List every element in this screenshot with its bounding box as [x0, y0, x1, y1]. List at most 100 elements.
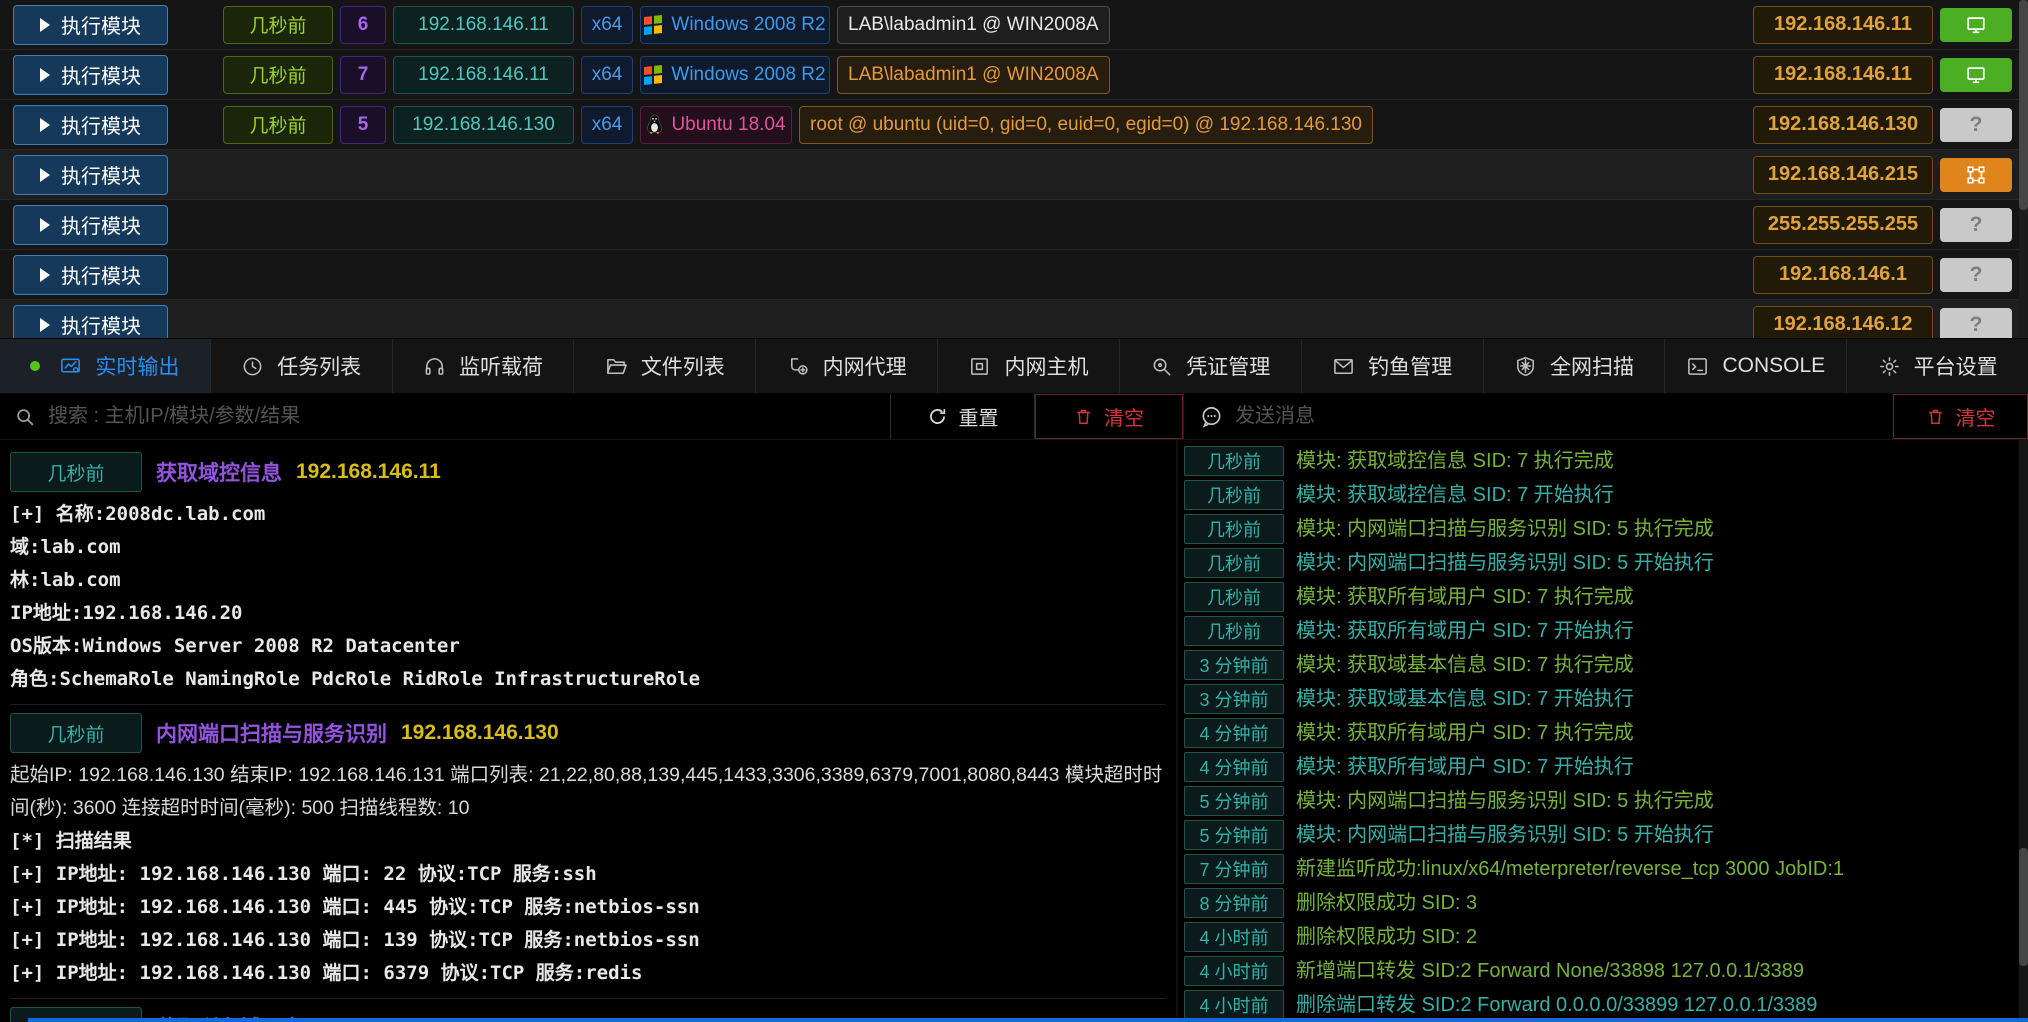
- tab[interactable]: 内网代理: [756, 339, 938, 393]
- session-ip-badge: 192.168.146.130: [393, 106, 574, 144]
- scrollbar-thumb[interactable]: [2019, 0, 2028, 210]
- session-os-label: Windows 2008 R2: [671, 64, 825, 86]
- message-text: 模块: 获取域基本信息 SID: 7 开始执行: [1296, 684, 1634, 714]
- tab[interactable]: 平台设置: [1847, 339, 2028, 393]
- log-line: [+] IP地址: 192.168.146.130 端口: 139 协议:TCP…: [10, 924, 1166, 957]
- log-section: 几秒前 获取域控信息 192.168.146.11 [+] 名称:2008dc.…: [10, 452, 1166, 705]
- message-text: 模块: 获取域控信息 SID: 7 开始执行: [1296, 480, 1614, 510]
- clear-messages-button[interactable]: 清空: [1893, 394, 2028, 439]
- log-time-badge: 几秒前: [10, 713, 142, 753]
- log-line: [+] IP地址: 192.168.146.130 端口: 22 协议:TCP …: [10, 858, 1166, 891]
- send-message-box: [1183, 394, 1893, 439]
- tab-label: 监听载荷: [459, 351, 543, 381]
- execute-module-label: 执行模块: [61, 60, 141, 89]
- execute-module-button[interactable]: 执行模块: [13, 255, 168, 295]
- horizontal-scrollbar[interactable]: [28, 1018, 2028, 1022]
- phishing-icon: [1332, 355, 1355, 378]
- play-icon: [40, 318, 50, 332]
- tab-label: 内网主机: [1004, 351, 1088, 381]
- tab[interactable]: 监听载荷: [393, 339, 575, 393]
- clear-output-button[interactable]: 清空: [1035, 394, 1183, 439]
- play-icon: [40, 68, 50, 82]
- session-unknown-button[interactable]: ?: [1940, 258, 2012, 292]
- execute-module-button[interactable]: 执行模块: [13, 55, 168, 95]
- execute-module-button[interactable]: 执行模块: [13, 105, 168, 145]
- content-area: 几秒前 获取域控信息 192.168.146.11 [+] 名称:2008dc.…: [0, 440, 2028, 1022]
- search-input[interactable]: [46, 404, 890, 429]
- message-time-badge: 4 小时前: [1184, 922, 1284, 952]
- log-time-badge: 几秒前: [10, 452, 142, 492]
- message-text: 模块: 获取所有域用户 SID: 7 开始执行: [1296, 752, 1634, 782]
- reset-label: 重置: [959, 402, 999, 431]
- listener-payload-icon: [423, 355, 446, 378]
- host-ip-badge: 192.168.146.130: [1753, 106, 1933, 144]
- execute-module-button[interactable]: 执行模块: [13, 205, 168, 245]
- message-row: 7 分钟前 新建监听成功:linux/x64/meterpreter/rever…: [1184, 854, 2018, 884]
- send-message-input[interactable]: [1233, 404, 1893, 429]
- tab[interactable]: 钓鱼管理: [1302, 339, 1484, 393]
- tab[interactable]: 任务列表: [211, 339, 393, 393]
- active-status-dot: [30, 361, 40, 371]
- play-icon: [40, 218, 50, 232]
- session-online-button[interactable]: [1940, 8, 2012, 42]
- tab-label: 钓鱼管理: [1368, 351, 1452, 381]
- session-arch-badge: x64: [581, 106, 633, 144]
- tab[interactable]: 凭证管理: [1120, 339, 1302, 393]
- scrollbar-thumb[interactable]: [2019, 848, 2028, 966]
- play-icon: [40, 118, 50, 132]
- message-text: 模块: 获取域基本信息 SID: 7 执行完成: [1296, 650, 1634, 680]
- log-line: [*] 扫描结果: [10, 825, 1166, 858]
- host-ip-badge: 255.255.255.255: [1753, 206, 1933, 244]
- host-ip-badge: 192.168.146.215: [1753, 156, 1933, 194]
- windows-logo-icon: [644, 15, 662, 35]
- session-online-button[interactable]: [1940, 58, 2012, 92]
- execute-module-label: 执行模块: [61, 110, 141, 139]
- play-icon: [40, 168, 50, 182]
- log-section-header: 几秒前 获取域控信息 192.168.146.11: [10, 452, 1166, 492]
- message-row: 4 小时前 删除端口转发 SID:2 Forward 0.0.0.0/33899…: [1184, 990, 2018, 1020]
- session-os-label: Windows 2008 R2: [671, 14, 825, 36]
- tab-label: CONSOLE: [1722, 354, 1825, 378]
- frame-icon: [1964, 164, 1988, 186]
- execute-module-button[interactable]: 执行模块: [13, 155, 168, 195]
- log-lines: [+] 名称:2008dc.lab.com域:lab.com林:lab.comI…: [10, 498, 1166, 696]
- message-time-badge: 4 分钟前: [1184, 718, 1284, 748]
- message-text: 模块: 内网端口扫描与服务识别 SID: 5 执行完成: [1296, 514, 1714, 544]
- log-section: 几秒前 内网端口扫描与服务识别 192.168.146.130 起始IP: 19…: [10, 713, 1166, 999]
- reset-button[interactable]: 重置: [890, 394, 1035, 439]
- message-row: 5 分钟前 模块: 内网端口扫描与服务识别 SID: 5 开始执行: [1184, 820, 2018, 850]
- messages-panel: 几秒前 模块: 获取域控信息 SID: 7 执行完成 几秒前 模块: 获取域控信…: [1178, 440, 2028, 1022]
- log-module-params: 起始IP: 192.168.146.130 结束IP: 192.168.146.…: [10, 759, 1166, 825]
- log-target-ip: 192.168.146.130: [401, 721, 559, 745]
- session-id-badge: 6: [340, 6, 386, 44]
- message-text: 模块: 内网端口扫描与服务识别 SID: 5 开始执行: [1296, 548, 1714, 578]
- log-line: OS版本:Windows Server 2008 R2 Datacenter: [10, 630, 1166, 663]
- message-time-badge: 4 小时前: [1184, 990, 1284, 1020]
- tab-label: 任务列表: [277, 351, 361, 381]
- tab[interactable]: 实时输出: [0, 339, 211, 393]
- session-unknown-button[interactable]: ?: [1940, 108, 2012, 142]
- session-scrollbar[interactable]: [2019, 0, 2028, 338]
- intranet-proxy-icon: [787, 355, 810, 378]
- log-line: IP地址:192.168.146.20: [10, 597, 1166, 630]
- message-row: 几秒前 模块: 获取域控信息 SID: 7 执行完成: [1184, 446, 2018, 476]
- session-unknown-button[interactable]: ?: [1940, 208, 2012, 242]
- tab[interactable]: 全网扫描: [1484, 339, 1666, 393]
- messages-scrollbar[interactable]: [2019, 440, 2028, 1022]
- tab[interactable]: CONSOLE: [1665, 339, 1847, 393]
- tab[interactable]: 内网主机: [938, 339, 1120, 393]
- message-row: 8 分钟前 删除权限成功 SID: 3: [1184, 888, 2018, 918]
- settings-icon: [1878, 355, 1901, 378]
- tab-label: 文件列表: [641, 351, 725, 381]
- file-list-icon: [605, 355, 628, 378]
- session-checkin-badge: 几秒前: [223, 106, 333, 144]
- session-row: 执行模块 192.168.146.12 ?: [0, 300, 2028, 338]
- session-frame-button[interactable]: [1940, 158, 2012, 192]
- message-text: 新增端口转发 SID:2 Forward None/33898 127.0.0.…: [1296, 956, 1804, 986]
- execute-module-button[interactable]: 执行模块: [13, 5, 168, 45]
- tab[interactable]: 文件列表: [574, 339, 756, 393]
- execute-module-button[interactable]: 执行模块: [13, 305, 168, 339]
- message-text: 模块: 获取所有域用户 SID: 7 执行完成: [1296, 582, 1634, 612]
- session-unknown-button[interactable]: ?: [1940, 308, 2012, 339]
- message-row: 几秒前 模块: 内网端口扫描与服务识别 SID: 5 开始执行: [1184, 548, 2018, 578]
